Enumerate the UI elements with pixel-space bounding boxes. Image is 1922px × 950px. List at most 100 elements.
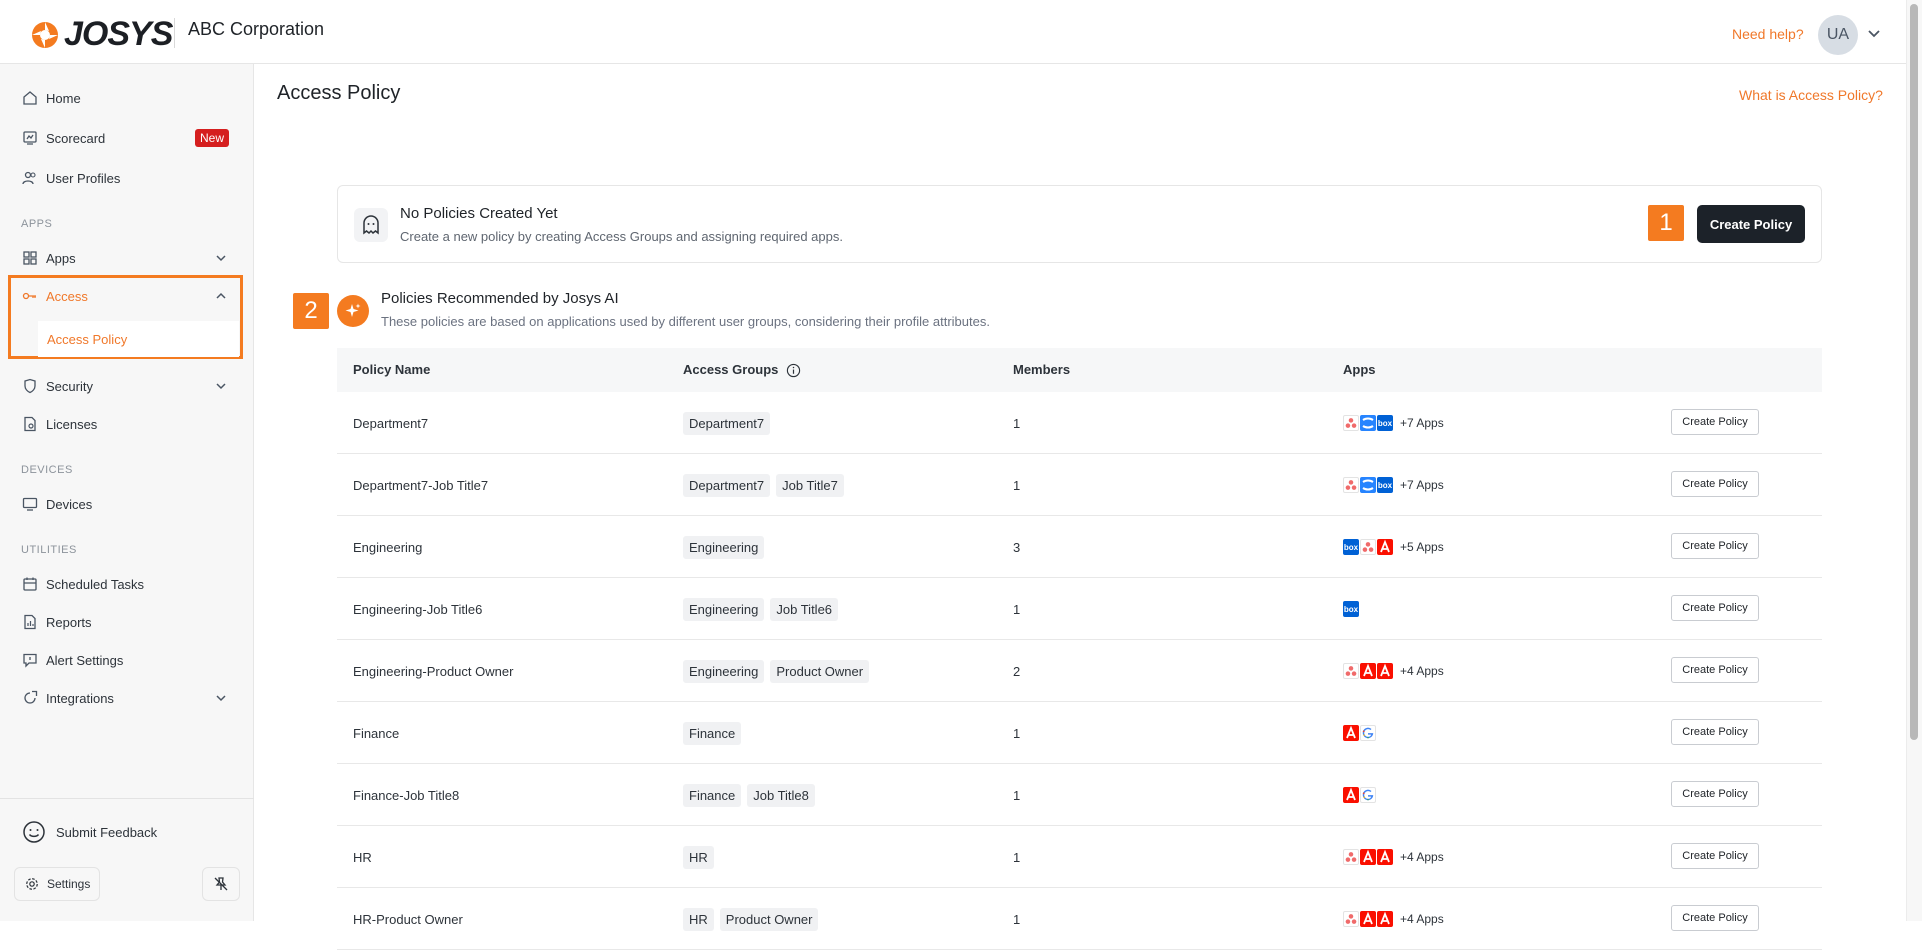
logo-wordmark: JOSYS: [64, 15, 173, 53]
sidebar-item-reports[interactable]: Reports: [0, 604, 254, 640]
home-icon: [23, 91, 37, 105]
policy-name-cell: Department7-Job Title7: [353, 477, 489, 493]
access-groups-cell: Department7: [683, 392, 776, 454]
sidebar-divider: [0, 798, 254, 799]
access-group-chip: HR: [683, 907, 714, 931]
need-help-link[interactable]: Need help?: [1732, 26, 1804, 42]
sidebar-item-scorecard[interactable]: Scorecard New: [0, 120, 254, 156]
table-row: Finance Finance 1 Create Policy: [337, 702, 1822, 764]
settings-button[interactable]: Settings: [14, 867, 100, 901]
access-groups-cell: Finance Job Title8: [683, 764, 821, 826]
key-icon: [22, 292, 36, 300]
policy-name-cell: Engineering-Product Owner: [353, 663, 514, 679]
access-group-chip: Finance: [683, 721, 742, 745]
avatar[interactable]: UA: [1818, 15, 1858, 55]
sidebar-item-label: User Profiles: [46, 170, 121, 186]
members-cell: 1: [1013, 415, 1021, 431]
box-icon: box: [1343, 601, 1359, 617]
users-icon: [22, 171, 36, 185]
confluence-icon: [1360, 415, 1376, 431]
create-policy-row-button[interactable]: Create Policy: [1671, 781, 1759, 807]
table-row: Engineering-Product Owner Engineering Prod…: [337, 640, 1822, 702]
what-is-access-policy-link[interactable]: What is Access Policy?: [1739, 87, 1883, 103]
chevron-down-icon: [216, 255, 226, 262]
policy-name-cell: Finance-Job Title8: [353, 787, 460, 803]
table-row: Department7 Department7 1 box +7 Apps Create …: [337, 392, 1822, 454]
adobe-icon: [1360, 911, 1376, 927]
table-row: Finance-Job Title8 Finance Job Title8 1 Crea…: [337, 764, 1822, 826]
more-apps-count[interactable]: +4 Apps: [1400, 664, 1444, 678]
empty-state-card: No Policies Created Yet Create a new pol…: [337, 185, 1822, 263]
asana-icon: [1343, 415, 1359, 431]
submit-feedback-button[interactable]: Submit Feedback: [22, 820, 157, 844]
sidebar-item-access-policy[interactable]: Access Policy: [38, 321, 239, 357]
calendar-icon: [23, 577, 37, 591]
more-apps-count[interactable]: +7 Apps: [1400, 478, 1444, 492]
apps-cell[interactable]: box +5 Apps: [1343, 516, 1444, 578]
unpin-sidebar-button[interactable]: [202, 867, 240, 901]
create-policy-row-button[interactable]: Create Policy: [1671, 657, 1759, 683]
access-groups-cell: HR: [683, 826, 720, 888]
scrollbar-thumb[interactable]: [1910, 4, 1918, 740]
create-policy-row-button[interactable]: Create Policy: [1671, 533, 1759, 559]
more-apps-count[interactable]: +7 Apps: [1400, 416, 1444, 430]
sidebar-item-security[interactable]: Security: [0, 368, 254, 404]
table-row: Engineering Engineering 3 box +5 Apps Create …: [337, 516, 1822, 578]
apps-cell[interactable]: [1343, 702, 1377, 764]
access-groups-cell: Engineering Job Title6: [683, 578, 844, 640]
create-policy-row-button[interactable]: Create Policy: [1671, 471, 1759, 497]
access-group-chip: Product Owner: [770, 659, 870, 683]
info-icon[interactable]: [786, 363, 801, 378]
sidebar: Home Scorecard New User Profiles APPS Ap…: [0, 64, 254, 921]
sidebar-item-scheduled-tasks[interactable]: Scheduled Tasks: [0, 566, 254, 602]
access-group-chip: Job Title8: [747, 783, 815, 807]
create-policy-button[interactable]: Create Policy: [1697, 205, 1805, 243]
more-apps-count[interactable]: +5 Apps: [1400, 540, 1444, 554]
empty-state-title: No Policies Created Yet: [400, 205, 558, 222]
create-policy-row-button[interactable]: Create Policy: [1671, 843, 1759, 869]
sidebar-item-label: Licenses: [46, 416, 98, 432]
sidebar-item-home[interactable]: Home: [0, 80, 254, 116]
adobe-icon: [1377, 539, 1393, 555]
more-apps-count[interactable]: +4 Apps: [1400, 850, 1444, 864]
sidebar-item-user-profiles[interactable]: User Profiles: [0, 160, 254, 196]
sidebar-item-apps[interactable]: Apps: [0, 240, 254, 276]
adobe-icon: [1377, 663, 1393, 679]
access-groups-cell: Engineering Product Owner: [683, 640, 875, 702]
sidebar-item-integrations[interactable]: Integrations: [0, 680, 254, 716]
apps-cell[interactable]: +4 Apps: [1343, 640, 1444, 702]
step-marker: 1: [1648, 205, 1684, 241]
policy-name-cell: Department7: [353, 415, 429, 431]
table-row: HR-Product Owner HR Product Owner 1 +4 Apps C…: [337, 888, 1822, 950]
members-cell: 1: [1013, 601, 1021, 617]
create-policy-row-button[interactable]: Create Policy: [1671, 409, 1759, 435]
more-apps-count[interactable]: +4 Apps: [1400, 912, 1444, 926]
create-policy-row-button[interactable]: Create Policy: [1671, 905, 1759, 931]
access-group-chip: Department7: [683, 473, 771, 497]
apps-cell[interactable]: box +7 Apps: [1343, 392, 1444, 454]
apps-cell[interactable]: +4 Apps: [1343, 888, 1444, 950]
sidebar-item-label: Home: [46, 90, 81, 106]
apps-cell[interactable]: box: [1343, 578, 1360, 640]
access-groups-cell: Finance: [683, 702, 747, 764]
new-badge: New: [195, 129, 230, 147]
sidebar-item-devices[interactable]: Devices: [0, 486, 254, 522]
apps-cell[interactable]: +4 Apps: [1343, 826, 1444, 888]
box-icon: box: [1377, 415, 1393, 431]
apps-cell[interactable]: [1343, 764, 1377, 826]
members-cell: 1: [1013, 477, 1021, 493]
sidebar-item-licenses[interactable]: Licenses: [0, 406, 254, 442]
sidebar-item-access[interactable]: Access: [0, 278, 254, 314]
apps-cell[interactable]: box +7 Apps: [1343, 454, 1444, 516]
josys-logo[interactable]: JOSYS: [30, 15, 173, 54]
smile-icon: [23, 821, 45, 843]
shield-icon: [24, 378, 36, 394]
members-cell: 1: [1013, 849, 1021, 865]
sidebar-item-label: Scorecard: [46, 130, 106, 146]
alert-icon: [23, 653, 37, 668]
create-policy-row-button[interactable]: Create Policy: [1671, 595, 1759, 621]
monitor-icon: [22, 497, 38, 511]
chevron-down-icon[interactable]: [1866, 25, 1882, 41]
sidebar-item-alert-settings[interactable]: Alert Settings: [0, 642, 254, 678]
create-policy-row-button[interactable]: Create Policy: [1671, 719, 1759, 745]
